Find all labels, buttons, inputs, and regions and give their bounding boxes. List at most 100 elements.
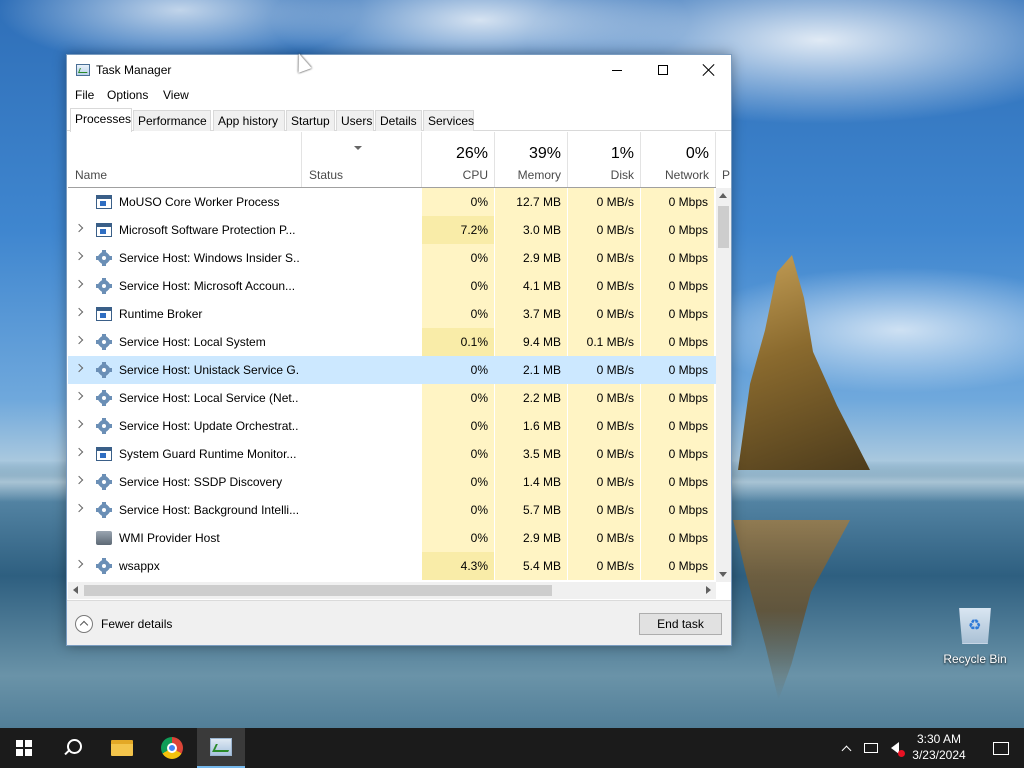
process-network: 0 Mbps: [641, 188, 714, 216]
horizontal-scrollbar[interactable]: [68, 582, 716, 599]
gear-icon: [96, 418, 112, 434]
end-task-button[interactable]: End task: [639, 613, 722, 635]
file-explorer-icon: [111, 740, 133, 756]
tab-processes[interactable]: Processes: [70, 108, 132, 132]
vertical-scrollbar[interactable]: [716, 188, 731, 582]
table-row[interactable]: Service Host: SSDP Discovery 0% 1.4 MB 0 MB…: [68, 468, 716, 496]
table-row[interactable]: Service Host: Update Orchestrat... 0% 1.6 …: [68, 412, 716, 440]
action-center-button[interactable]: [978, 728, 1024, 768]
process-network: 0 Mbps: [641, 412, 714, 440]
expand-chevron-icon[interactable]: [74, 251, 84, 261]
table-row[interactable]: Service Host: Background Intelli... 0% 5.7…: [68, 496, 716, 524]
cpu-total-percent: 26%: [455, 145, 488, 162]
gear-icon: [96, 390, 112, 406]
network-icon: [864, 743, 878, 753]
process-network: 0 Mbps: [641, 496, 714, 524]
table-row[interactable]: MoUSO Core Worker Process 0% 12.7 MB 0 MB/s…: [68, 188, 716, 216]
tab-startup[interactable]: Startup: [286, 110, 335, 131]
process-network: 0 Mbps: [641, 440, 714, 468]
process-name: MoUSO Core Worker Process: [119, 195, 280, 209]
table-row[interactable]: Runtime Broker 0% 3.7 MB 0 MB/s 0 Mbps: [68, 300, 716, 328]
table-row[interactable]: Microsoft Software Protection P... 7.2% 3.…: [68, 216, 716, 244]
table-row[interactable]: Service Host: Unistack Service G... 0% 2.1…: [68, 356, 716, 384]
process-disk: 0 MB/s: [568, 216, 640, 244]
column-header-name[interactable]: Name: [68, 132, 302, 187]
scroll-down-icon[interactable]: [719, 572, 727, 577]
title-bar[interactable]: Task Manager: [67, 55, 731, 85]
recycle-bin-icon: [959, 608, 991, 644]
column-header-memory[interactable]: 39% Memory: [495, 132, 568, 187]
expand-chevron-icon[interactable]: [74, 391, 84, 401]
column-header-status[interactable]: Status: [302, 132, 422, 187]
expand-chevron-icon[interactable]: [74, 475, 84, 485]
table-row[interactable]: wsappx 4.3% 5.4 MB 0 MB/s 0 Mbps: [68, 552, 716, 580]
table-row[interactable]: System Guard Runtime Monitor... 0% 3.5 MB 0…: [68, 440, 716, 468]
process-name: Service Host: Unistack Service G...: [119, 363, 299, 377]
start-button[interactable]: [0, 728, 48, 768]
file-explorer-button[interactable]: [98, 728, 146, 768]
process-memory: 3.0 MB: [495, 216, 567, 244]
chevron-up-icon: [841, 745, 851, 756]
tab-services[interactable]: Services: [423, 110, 474, 131]
expand-chevron-icon[interactable]: [74, 307, 84, 317]
process-network: 0 Mbps: [641, 272, 714, 300]
menu-file[interactable]: File: [75, 88, 94, 102]
volume-tray-button[interactable]: [884, 728, 906, 768]
column-header-disk[interactable]: 1% Disk: [568, 132, 641, 187]
table-row[interactable]: WMI Provider Host 0% 2.9 MB 0 MB/s 0 Mbps: [68, 524, 716, 552]
clock[interactable]: 3:30 AM 3/23/2024: [906, 731, 972, 763]
expand-chevron-icon[interactable]: [74, 503, 84, 513]
process-network: 0 Mbps: [641, 300, 714, 328]
tab-app-history[interactable]: App history: [213, 110, 285, 131]
expand-chevron-icon[interactable]: [74, 447, 84, 457]
expand-chevron-icon[interactable]: [74, 559, 84, 569]
expand-chevron-icon[interactable]: [74, 363, 84, 373]
table-row[interactable]: Service Host: Windows Insider S... 0% 2.9 …: [68, 244, 716, 272]
table-row[interactable]: Service Host: Microsoft Accoun... 0% 4.1 M…: [68, 272, 716, 300]
expand-chevron-icon[interactable]: [74, 335, 84, 345]
table-row[interactable]: Service Host: Local Service (Net... 0% 2.2…: [68, 384, 716, 412]
recycle-bin-shortcut[interactable]: Recycle Bin: [938, 600, 1012, 672]
chevron-up-icon[interactable]: [75, 615, 93, 633]
wallpaper-rock-reflection: [733, 520, 850, 700]
menu-options[interactable]: Options: [107, 88, 148, 102]
column-header-network[interactable]: 0% Network: [641, 132, 716, 187]
menu-view[interactable]: View: [163, 88, 189, 102]
expand-chevron-icon[interactable]: [74, 419, 84, 429]
process-network: 0 Mbps: [641, 384, 714, 412]
tab-users[interactable]: Users: [336, 110, 374, 131]
task-manager-icon: [210, 738, 232, 756]
column-header-cpu[interactable]: 26% CPU: [422, 132, 495, 187]
fewer-details-link[interactable]: Fewer details: [101, 617, 172, 631]
menu-bar: File Options View: [67, 85, 731, 107]
disk-total-percent: 1%: [610, 145, 634, 162]
process-disk: 0 MB/s: [568, 356, 640, 384]
window-title: Task Manager: [96, 63, 172, 77]
process-network: 0 Mbps: [641, 328, 714, 356]
tab-performance[interactable]: Performance: [133, 110, 211, 131]
table-row[interactable]: Service Host: Local System 0.1% 9.4 MB 0.1 …: [68, 328, 716, 356]
scroll-right-icon[interactable]: [706, 586, 711, 594]
horizontal-scroll-thumb[interactable]: [84, 585, 552, 596]
mute-badge-icon: [898, 750, 905, 757]
scroll-up-icon[interactable]: [719, 193, 727, 198]
tab-details[interactable]: Details: [375, 110, 422, 131]
task-manager-taskbar-button[interactable]: [197, 728, 245, 768]
minimize-button[interactable]: [594, 55, 640, 85]
network-tray-button[interactable]: [860, 728, 882, 768]
search-button[interactable]: [48, 728, 96, 768]
process-disk: 0 MB/s: [568, 412, 640, 440]
maximize-button[interactable]: [640, 55, 686, 85]
process-memory: 1.4 MB: [495, 468, 567, 496]
expand-chevron-icon[interactable]: [74, 279, 84, 289]
expand-chevron-icon[interactable]: [74, 223, 84, 233]
scroll-left-icon[interactable]: [73, 586, 78, 594]
close-button[interactable]: [686, 55, 732, 85]
column-header-power[interactable]: P: [716, 132, 731, 187]
process-name: wsappx: [119, 559, 160, 573]
show-hidden-icons-button[interactable]: [836, 728, 856, 768]
vertical-scroll-thumb[interactable]: [718, 206, 729, 248]
process-memory: 1.6 MB: [495, 412, 567, 440]
column-label-network: Network: [664, 168, 709, 182]
chrome-button[interactable]: [148, 728, 196, 768]
